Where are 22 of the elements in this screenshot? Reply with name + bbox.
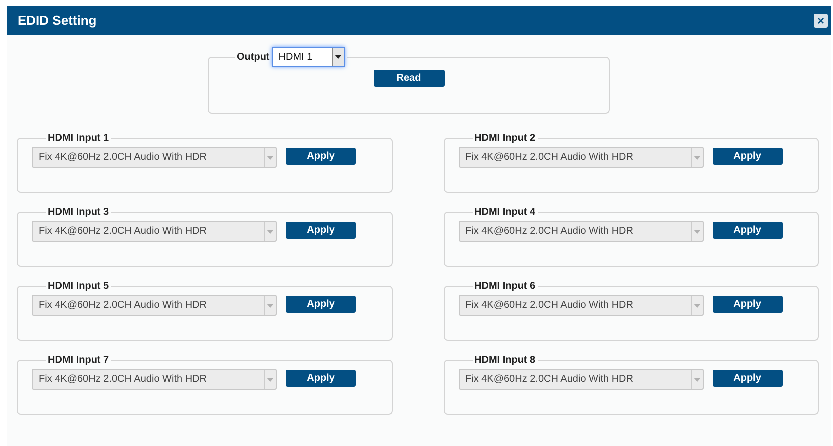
caret-icon (267, 304, 274, 308)
caret-icon (694, 378, 700, 382)
input-label: HDMI Input 5 (47, 280, 110, 294)
input-label: HDMI Input 4 (474, 206, 537, 220)
caret-icon (267, 230, 274, 234)
read-button[interactable]: Read (374, 70, 444, 87)
caret-icon (267, 156, 274, 160)
window-title: EDID Setting (18, 12, 97, 30)
input-label: HDMI Input 8 (474, 354, 537, 368)
caret-icon (694, 230, 700, 234)
caret-icon (694, 304, 700, 308)
caret-icon (267, 378, 274, 382)
close-button[interactable]: × (814, 14, 828, 28)
input-label: HDMI Input 7 (47, 354, 110, 368)
output-select[interactable]: HDMI 1 (272, 47, 345, 67)
caret-icon (694, 156, 700, 160)
input-label: HDMI Input 1 (47, 132, 110, 146)
output-label: Output (237, 50, 270, 64)
input-label: HDMI Input 3 (47, 206, 110, 220)
input-label: HDMI Input 6 (474, 280, 537, 294)
input-label: HDMI Input 2 (474, 132, 537, 146)
caret-icon (334, 55, 342, 59)
